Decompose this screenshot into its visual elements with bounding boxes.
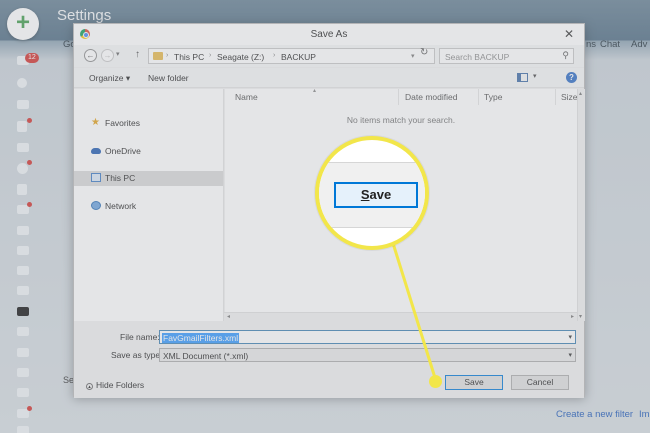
magnified-save-button: Save	[334, 182, 418, 208]
callout-dot	[429, 375, 442, 388]
magnified-save-callout: Save	[315, 136, 429, 250]
magnified-button-label: ave	[369, 187, 392, 202]
callout-line	[390, 239, 438, 382]
